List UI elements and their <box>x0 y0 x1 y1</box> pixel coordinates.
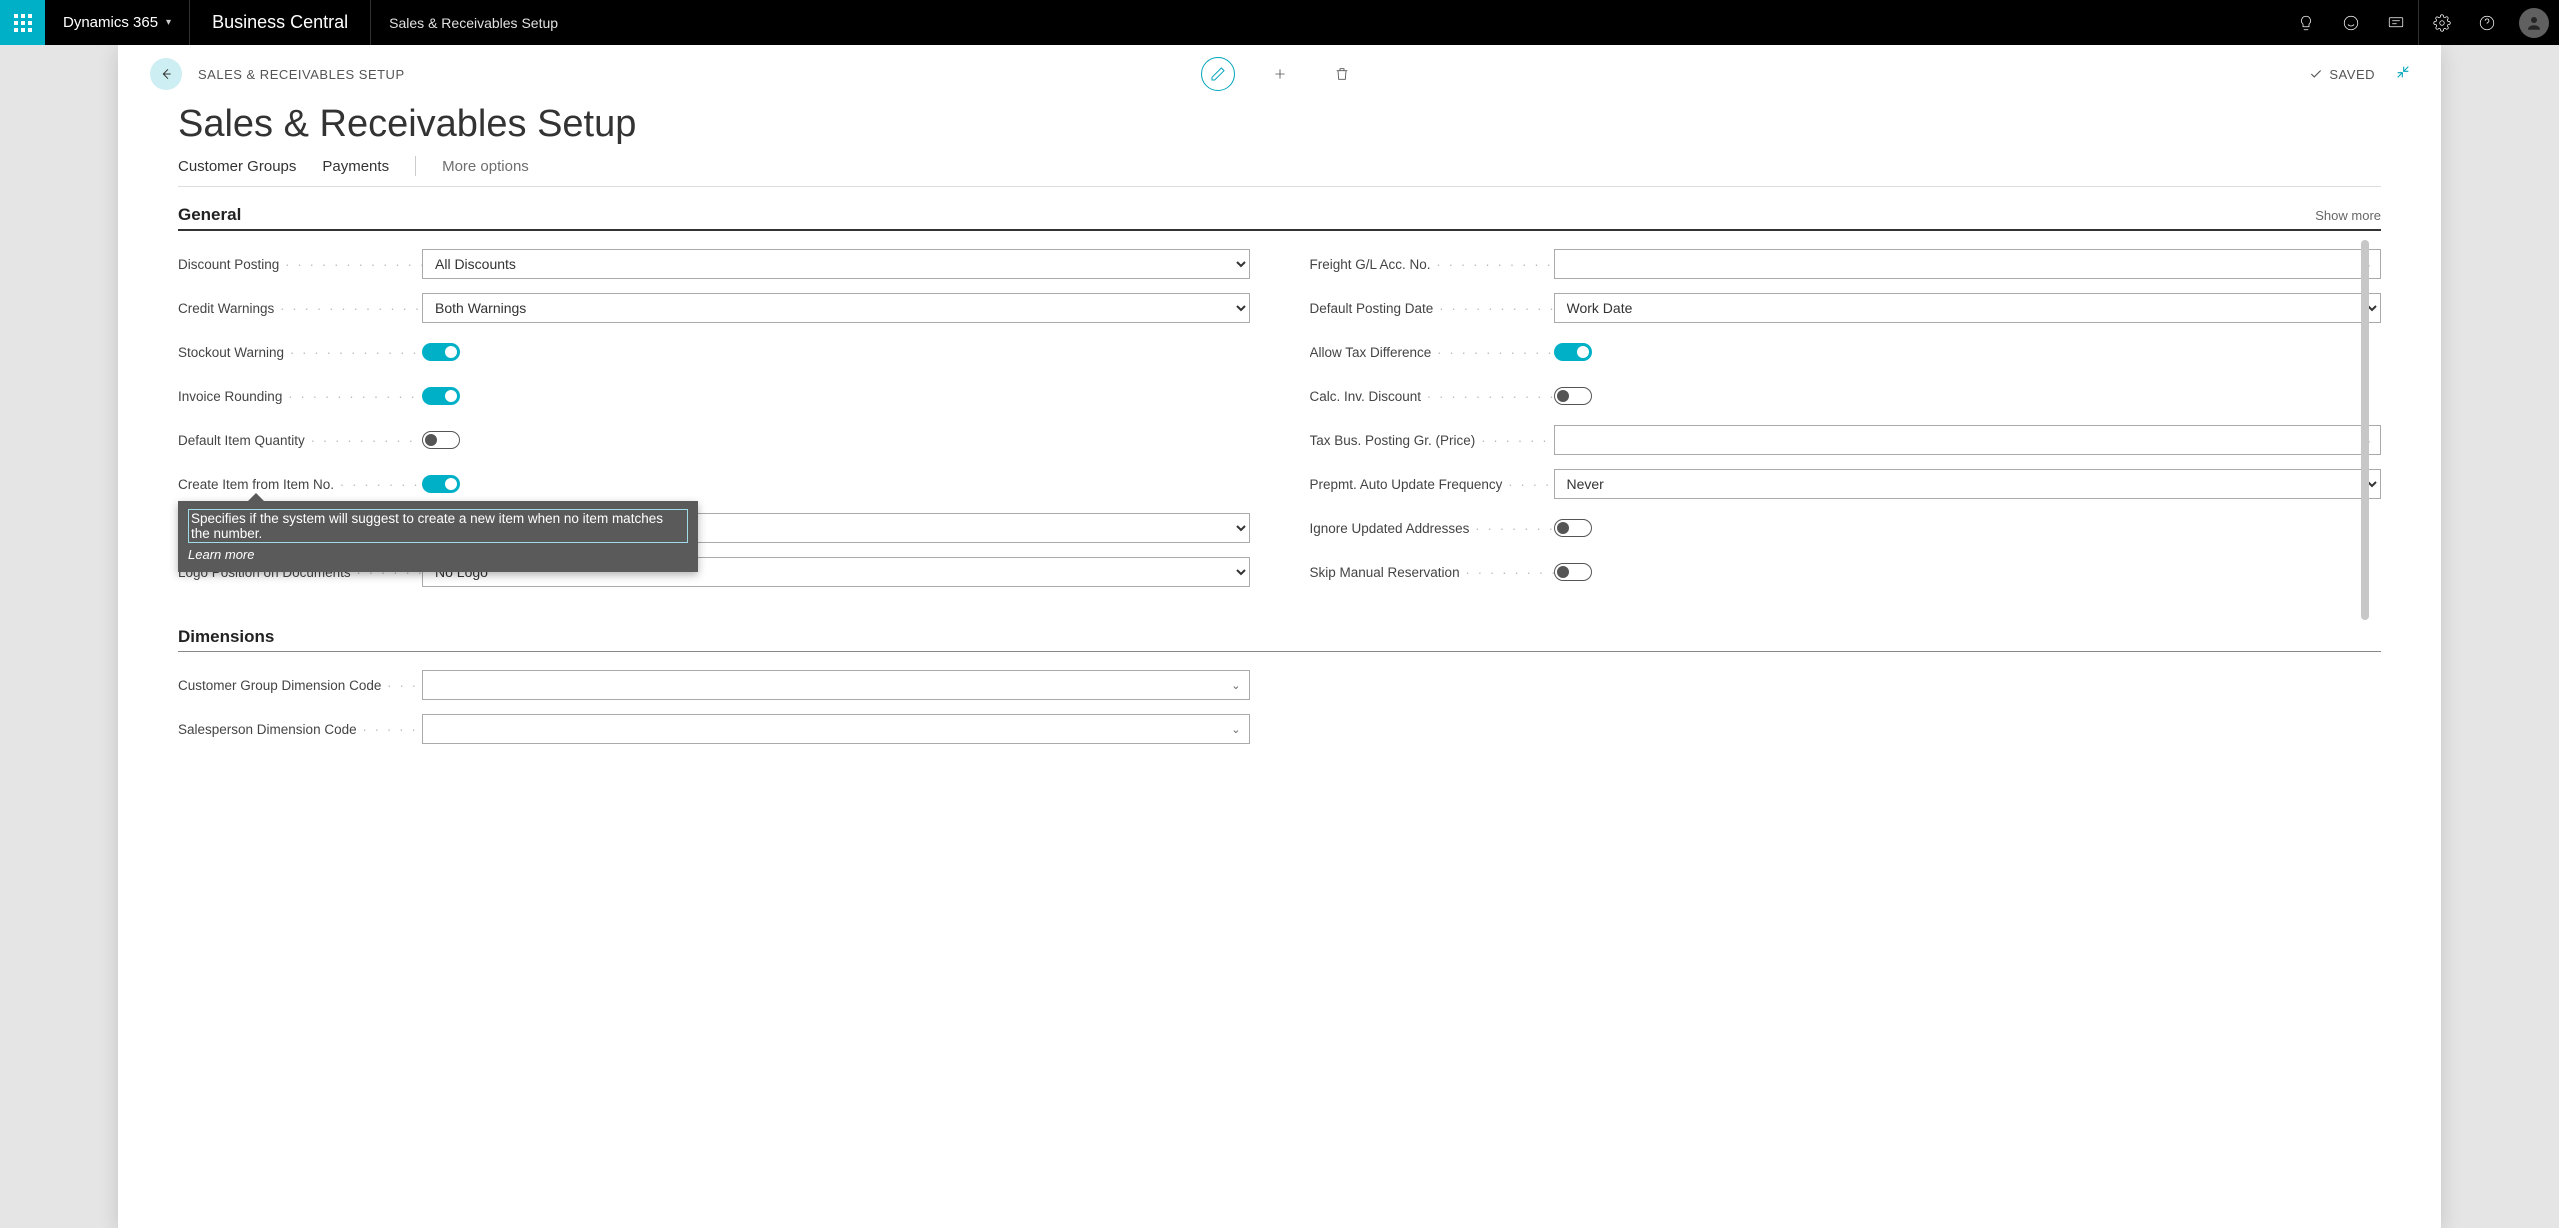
page-title: Sales & Receivables Setup <box>178 103 2381 146</box>
general-right-col: Freight G/L Acc. No. ⌄ Default Posting D… <box>1310 249 2382 587</box>
edit-button[interactable] <box>1201 57 1235 91</box>
chevron-down-icon: ⌄ <box>1231 723 1240 736</box>
credit-warnings-select[interactable]: Both Warnings <box>422 293 1250 323</box>
separator <box>415 156 416 176</box>
field-stockout-warning: Stockout Warning <box>178 337 1250 367</box>
label: Customer Group Dimension Code <box>178 678 422 693</box>
label: Default Posting Date <box>1310 301 1554 316</box>
ignore-addr-toggle[interactable] <box>1554 519 1592 537</box>
field-create-item: Create Item from Item No. Specifies if t… <box>178 469 1250 499</box>
saved-label: SAVED <box>2329 67 2375 82</box>
field-invoice-rounding: Invoice Rounding <box>178 381 1250 411</box>
general-left-col: Discount Posting All Discounts Credit Wa… <box>178 249 1250 587</box>
collapse-button[interactable] <box>2395 64 2411 85</box>
chevron-down-icon: ▾ <box>166 17 171 28</box>
show-more-link[interactable]: Show more <box>2315 208 2381 223</box>
stockout-warning-toggle[interactable] <box>422 343 460 361</box>
field-default-posting-date: Default Posting Date Work Date <box>1310 293 2382 323</box>
top-bar: Dynamics 365 ▾ Business Central Sales & … <box>0 0 2559 45</box>
tab-more-options[interactable]: More options <box>442 158 529 175</box>
label: Invoice Rounding <box>178 389 422 404</box>
section-dimensions: Dimensions Customer Group Dimension Code… <box>178 627 2381 744</box>
label: Prepmt. Auto Update Frequency <box>1310 477 1554 492</box>
idea-icon[interactable] <box>2283 0 2328 45</box>
prepmt-select[interactable]: Never <box>1554 469 2382 499</box>
scrollbar[interactable] <box>2361 240 2369 620</box>
back-button[interactable] <box>150 58 182 90</box>
label: Skip Manual Reservation <box>1310 565 1554 580</box>
label: Discount Posting <box>178 257 422 272</box>
label: Credit Warnings <box>178 301 422 316</box>
tooltip: Specifies if the system will suggest to … <box>178 501 698 572</box>
field-skip-manual: Skip Manual Reservation <box>1310 557 2382 587</box>
chevron-down-icon: ⌄ <box>1231 679 1240 692</box>
tooltip-text: Specifies if the system will suggest to … <box>188 509 688 543</box>
section-title: General <box>178 205 241 225</box>
field-freight: Freight G/L Acc. No. ⌄ <box>1310 249 2382 279</box>
field-credit-warnings: Credit Warnings Both Warnings <box>178 293 1250 323</box>
help-icon[interactable] <box>2464 0 2509 45</box>
field-salesperson-dim: Salesperson Dimension Code ⌄ <box>178 714 1250 744</box>
label: Default Item Quantity <box>178 433 422 448</box>
label: Allow Tax Difference <box>1310 345 1554 360</box>
page-crumb: Sales & Receivables Setup <box>371 15 576 31</box>
field-default-item-qty: Default Item Quantity <box>178 425 1250 455</box>
new-button[interactable] <box>1263 57 1297 91</box>
field-tax-bus: Tax Bus. Posting Gr. (Price) ⌄ <box>1310 425 2382 455</box>
skip-manual-toggle[interactable] <box>1554 563 1592 581</box>
label: Create Item from Item No. <box>178 477 422 492</box>
calc-inv-disc-toggle[interactable] <box>1554 387 1592 405</box>
field-calc-inv-disc: Calc. Inv. Discount <box>1310 381 2382 411</box>
salesperson-dim-lookup[interactable]: ⌄ <box>422 714 1250 744</box>
default-item-qty-toggle[interactable] <box>422 431 460 449</box>
cust-group-dim-lookup[interactable]: ⌄ <box>422 670 1250 700</box>
label: Freight G/L Acc. No. <box>1310 257 1554 272</box>
page-sheet: SALES & RECEIVABLES SETUP SAVED <box>118 45 2441 1228</box>
learn-more-link[interactable]: Learn more <box>188 547 688 562</box>
delete-button[interactable] <box>1325 57 1359 91</box>
section-general: General Show more Discount Posting All D… <box>178 205 2381 587</box>
app-launcher-button[interactable] <box>0 0 45 45</box>
brand-label: Dynamics 365 <box>63 14 158 31</box>
field-ignore-addr: Ignore Updated Addresses <box>1310 513 2382 543</box>
tab-payments[interactable]: Payments <box>322 158 389 175</box>
page-header: SALES & RECEIVABLES SETUP SAVED <box>118 45 2441 103</box>
label: Stockout Warning <box>178 345 422 360</box>
avatar[interactable] <box>2519 8 2549 38</box>
check-icon <box>2309 67 2323 81</box>
brand-dropdown[interactable]: Dynamics 365 ▾ <box>45 14 189 31</box>
freight-lookup[interactable]: ⌄ <box>1554 249 2382 279</box>
invoice-rounding-toggle[interactable] <box>422 387 460 405</box>
chat-icon[interactable] <box>2373 0 2418 45</box>
tab-customer-groups[interactable]: Customer Groups <box>178 158 296 175</box>
saved-indicator: SAVED <box>2309 67 2375 82</box>
action-tabs: Customer Groups Payments More options <box>178 156 2381 187</box>
allow-tax-diff-toggle[interactable] <box>1554 343 1592 361</box>
product-name: Business Central <box>190 12 370 33</box>
page-body: Sales & Receivables Setup Customer Group… <box>118 103 2441 1228</box>
field-prepmt: Prepmt. Auto Update Frequency Never <box>1310 469 2382 499</box>
label: Ignore Updated Addresses <box>1310 521 1554 536</box>
label: Tax Bus. Posting Gr. (Price) <box>1310 433 1554 448</box>
label: Calc. Inv. Discount <box>1310 389 1554 404</box>
gear-icon[interactable] <box>2419 0 2464 45</box>
field-allow-tax-diff: Allow Tax Difference <box>1310 337 2382 367</box>
field-discount-posting: Discount Posting All Discounts <box>178 249 1250 279</box>
default-posting-date-select[interactable]: Work Date <box>1554 293 2382 323</box>
tax-bus-lookup[interactable]: ⌄ <box>1554 425 2382 455</box>
discount-posting-select[interactable]: All Discounts <box>422 249 1250 279</box>
page-canvas: SALES & RECEIVABLES SETUP SAVED <box>0 45 2559 1228</box>
smile-icon[interactable] <box>2328 0 2373 45</box>
field-cust-group-dim: Customer Group Dimension Code ⌄ <box>178 670 1250 700</box>
breadcrumb: SALES & RECEIVABLES SETUP <box>198 67 405 82</box>
create-item-toggle[interactable] <box>422 475 460 493</box>
section-title: Dimensions <box>178 627 274 647</box>
label: Salesperson Dimension Code <box>178 722 422 737</box>
